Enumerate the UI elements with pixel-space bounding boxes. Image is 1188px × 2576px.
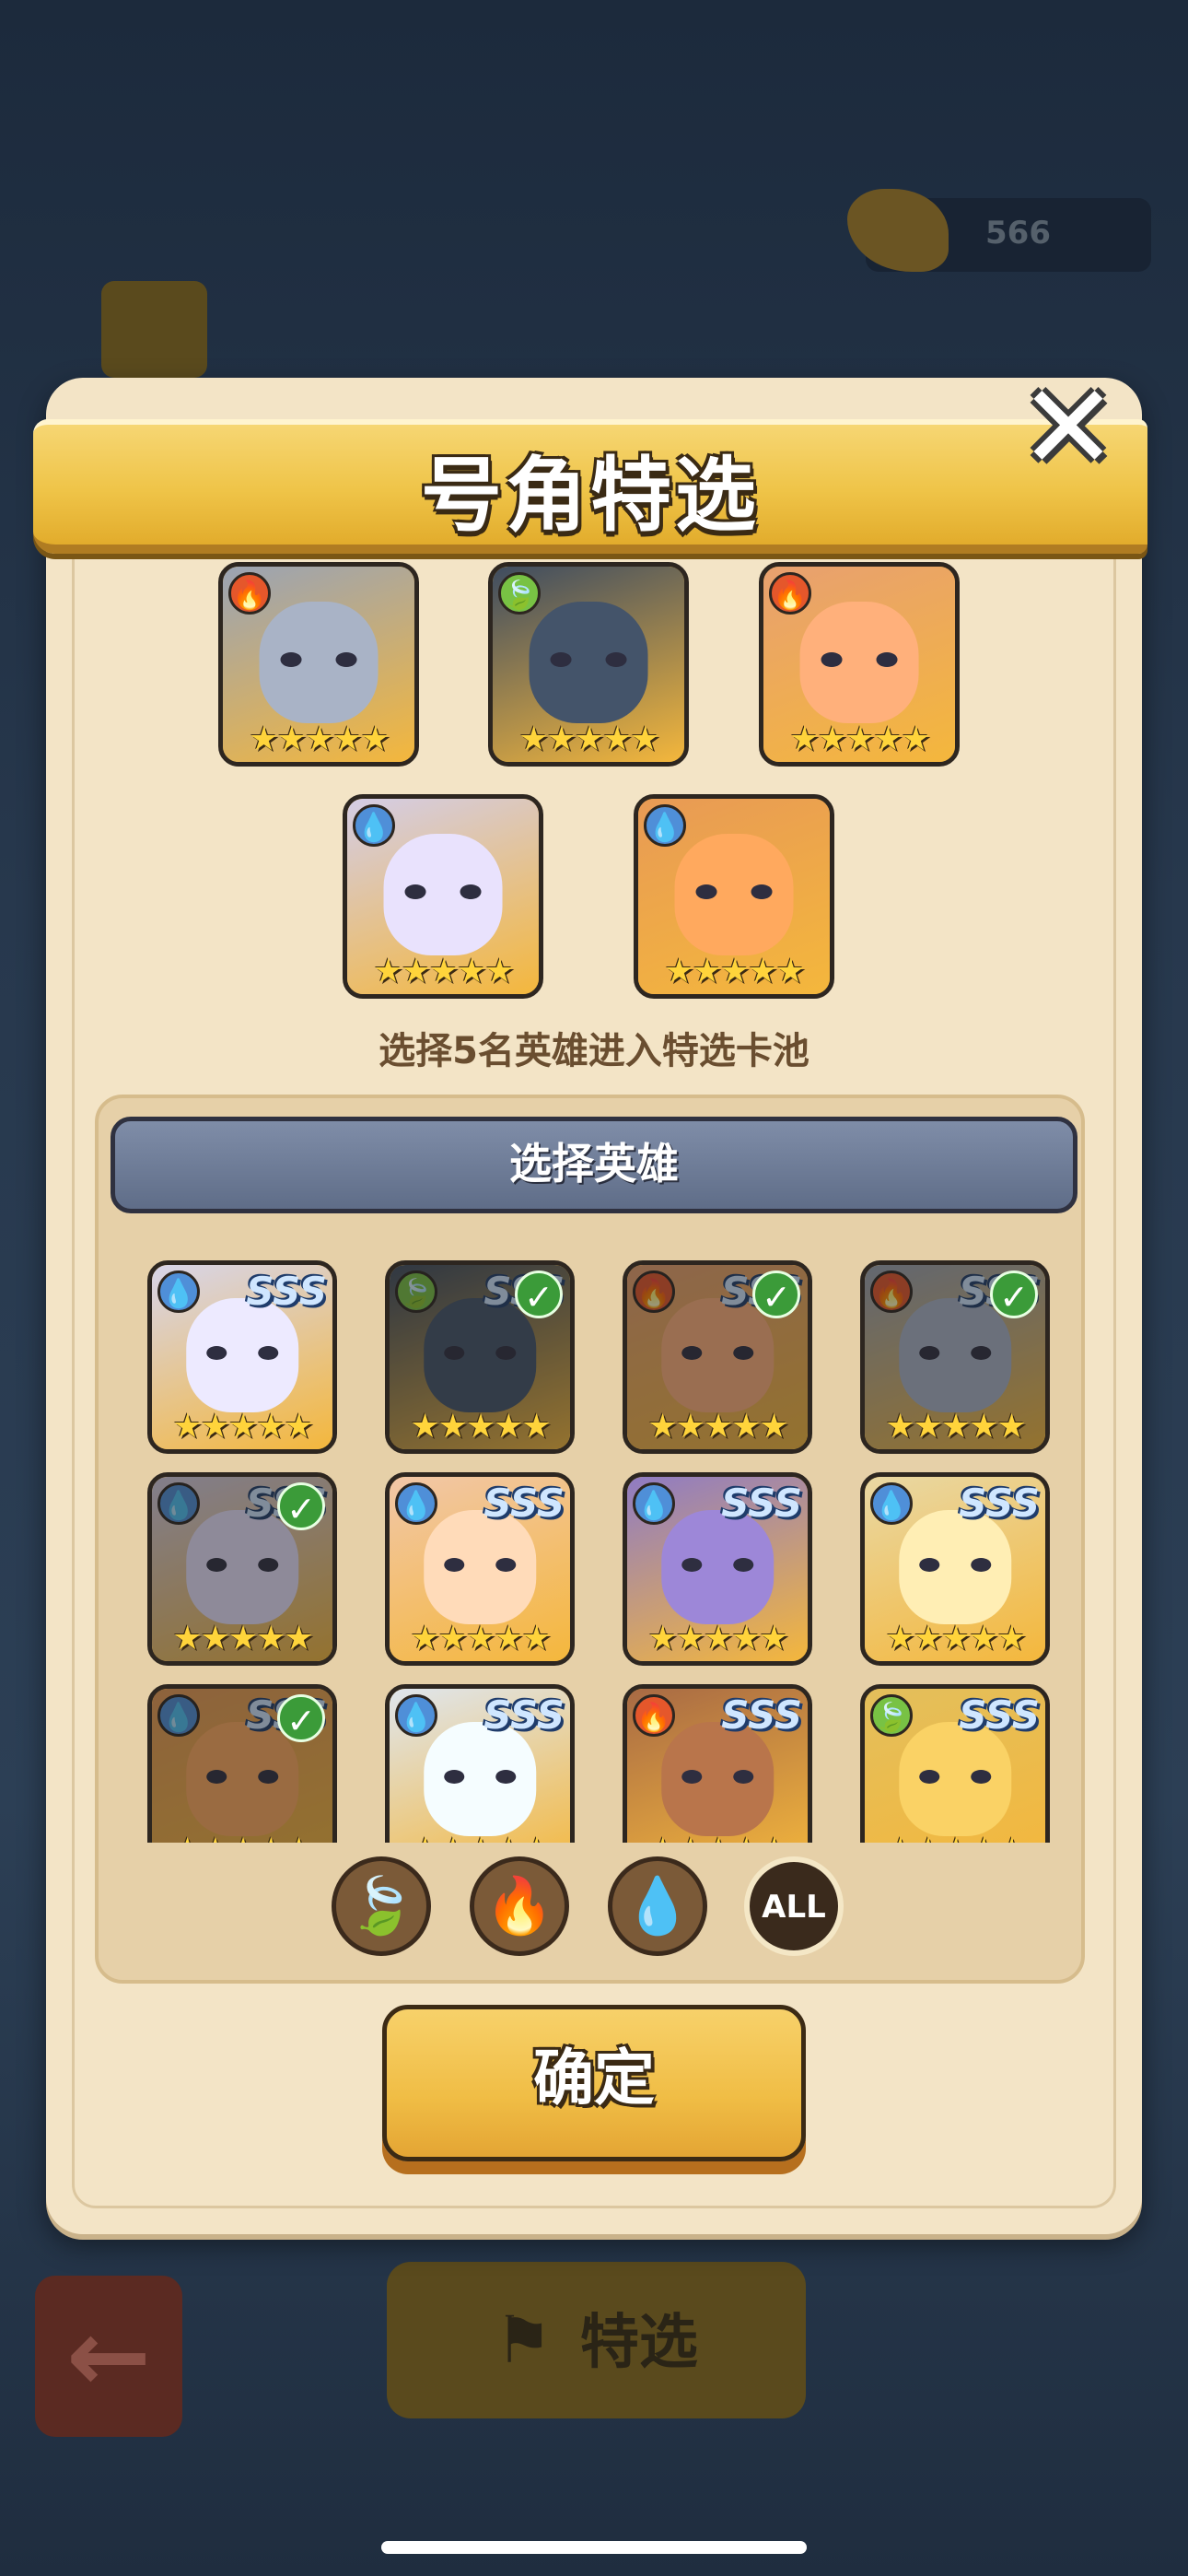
currency-display: 566 [847, 189, 1151, 272]
selected-hero-card[interactable]: 🍃 ★★★★★ [488, 562, 689, 767]
background-menu-button [101, 281, 207, 378]
hero-stars: ★★★★★ [885, 1408, 1026, 1446]
selection-caption: 选择5名英雄进入特选卡池 [379, 1030, 809, 1072]
title-banner: 号角特选 [33, 419, 1147, 554]
hero-grade: SSS [721, 1481, 802, 1526]
dialog-title: 号角特选 [420, 448, 760, 543]
pool-hero-card[interactable]: 💧 SSS ★★★★★ [623, 1472, 812, 1666]
hero-stars: ★★★★★ [373, 953, 514, 990]
hero-grade: SSS [483, 1481, 565, 1526]
hero-stars: ★★★★★ [249, 720, 390, 758]
fire-element-icon: 🔥 [633, 1694, 675, 1737]
filter-all-button[interactable]: ALL [744, 1856, 844, 1956]
pool-hero-card[interactable]: 💧 SSS ★★★★★ [147, 1260, 337, 1454]
check-icon: ✓ [515, 1270, 563, 1318]
pool-hero-card[interactable]: 💧 SSS ★★★★★ [860, 1472, 1050, 1666]
home-indicator [381, 2541, 807, 2554]
pool-hero-card[interactable]: 💧 SSS ★★★★★ [385, 1684, 575, 1843]
check-icon: ✓ [990, 1270, 1038, 1318]
filter-fire-button[interactable]: 🔥 [470, 1856, 569, 1956]
filter-water-button[interactable]: 💧 [608, 1856, 707, 1956]
hero-stars: ★★★★★ [885, 1620, 1026, 1657]
water-element-icon: 💧 [395, 1694, 437, 1737]
hero-grade: SSS [483, 1692, 565, 1738]
hero-grade: SSS [959, 1692, 1040, 1738]
hero-grade: SSS [246, 1269, 327, 1314]
pool-hero-card[interactable]: 💧SSS✓★★★★★ [147, 1684, 337, 1843]
filter-leaf-button[interactable]: 🍃 [332, 1856, 431, 1956]
hero-stars: ★★★★★ [410, 1408, 551, 1446]
fire-element-icon: 🔥 [769, 572, 811, 615]
hero-stars: ★★★★★ [865, 1832, 1045, 1843]
hero-stars: ★★★★★ [410, 1620, 551, 1657]
leaf-element-icon: 🍃 [870, 1694, 913, 1737]
selected-hero-card[interactable]: 🔥 ★★★★★ [218, 562, 419, 767]
water-element-icon: 💧 [870, 1482, 913, 1525]
water-element-icon: 💧 [157, 1270, 200, 1313]
hero-pool-grid[interactable]: 💧SSS★★★★★🍃SSS✓★★★★★🔥SSS✓★★★★★🔥SSS✓★★★★★💧… [138, 1258, 1059, 1843]
hero-grade: SSS [959, 1481, 1040, 1526]
fire-icon: 🔥 [484, 1874, 554, 1938]
close-button[interactable]: ✕ [1018, 369, 1119, 487]
hero-stars: ★★★★★ [647, 1408, 788, 1446]
pool-hero-card[interactable]: 🔥 SSS ★★★★★ [623, 1684, 812, 1843]
pool-hero-card[interactable]: 💧SSS✓★★★★★ [147, 1472, 337, 1666]
water-element-icon: 💧 [395, 1482, 437, 1525]
confirm-button[interactable]: 确定 [382, 2005, 806, 2161]
all-icon: ALL [762, 1889, 826, 1926]
horn-icon: ⚑ [495, 2302, 553, 2378]
water-element-icon: 💧 [644, 804, 686, 847]
hero-stars: ★★★★★ [518, 720, 659, 758]
hero-stars: ★★★★★ [664, 953, 805, 990]
selected-hero-card[interactable]: 💧 ★★★★★ [634, 794, 834, 999]
water-icon: 💧 [623, 1874, 693, 1938]
water-element-icon: 💧 [353, 804, 395, 847]
check-icon: ✓ [277, 1482, 325, 1530]
pool-hero-card[interactable]: 🍃SSS✓★★★★★ [385, 1260, 575, 1454]
pool-hero-card[interactable]: 💧 SSS ★★★★★ [385, 1472, 575, 1666]
hero-pool-header: 选择英雄 [111, 1117, 1077, 1213]
currency-value: 566 [985, 215, 1051, 252]
selected-hero-card[interactable]: 💧 ★★★★★ [343, 794, 543, 999]
hero-grade: SSS [721, 1692, 802, 1738]
horn-icon [847, 189, 949, 272]
background-back-button: ← [35, 2276, 182, 2437]
hero-stars: ★★★★★ [152, 1832, 332, 1843]
hero-stars: ★★★★★ [627, 1832, 808, 1843]
hero-stars: ★★★★★ [647, 1620, 788, 1657]
check-icon: ✓ [752, 1270, 800, 1318]
pool-hero-card[interactable]: 🔥SSS✓★★★★★ [860, 1260, 1050, 1454]
check-icon: ✓ [277, 1694, 325, 1742]
fire-element-icon: 🔥 [228, 572, 271, 615]
water-element-icon: 💧 [633, 1482, 675, 1525]
hero-stars: ★★★★★ [172, 1408, 313, 1446]
leaf-icon: 🍃 [346, 1874, 416, 1938]
selected-hero-card[interactable]: 🔥 ★★★★★ [759, 562, 960, 767]
hero-stars: ★★★★★ [390, 1832, 570, 1843]
hero-stars: ★★★★★ [789, 720, 930, 758]
pool-hero-card[interactable]: 🔥SSS✓★★★★★ [623, 1260, 812, 1454]
leaf-element-icon: 🍃 [498, 572, 541, 615]
pool-hero-card[interactable]: 🍃 SSS ★★★★★ [860, 1684, 1050, 1843]
background-select-button: ⚑ 特选 [387, 2262, 806, 2418]
hero-stars: ★★★★★ [172, 1620, 313, 1657]
